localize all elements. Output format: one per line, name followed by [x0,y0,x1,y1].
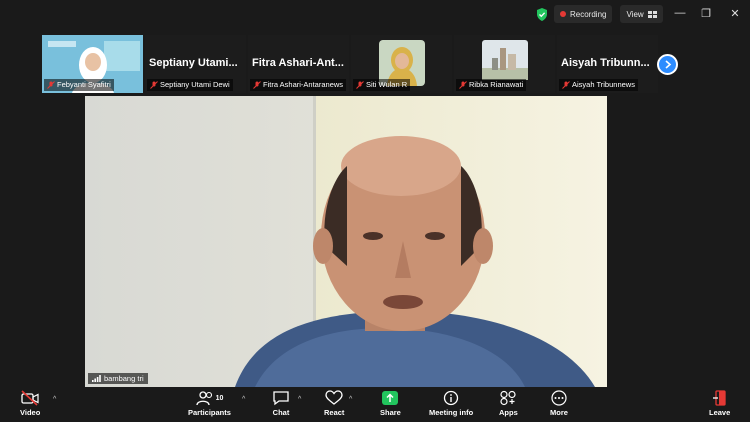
minimize-icon: — [674,7,686,19]
view-label: View [626,9,644,19]
video-label: Video [20,408,41,417]
recording-label: Recording [570,9,607,19]
recording-button[interactable]: Recording [554,5,613,23]
minimize-button[interactable]: — [673,6,687,20]
chat-icon [273,391,289,406]
react-options-caret[interactable]: ^ [349,396,352,403]
video-off-icon [21,390,39,406]
video-button[interactable]: Video [20,390,40,417]
meeting-info-label: Meeting info [429,408,474,417]
active-speaker-video: bambang tri [85,96,607,387]
mic-muted-icon [459,81,467,89]
mic-muted-icon [562,81,570,89]
chat-options-caret[interactable]: ^ [298,396,301,403]
more-button[interactable]: More [550,390,568,417]
participant-name-label: Fitra Ashari-Antaranews [250,79,347,91]
record-dot-icon [560,11,566,17]
apps-button[interactable]: Apps [499,390,518,417]
speaker-video-frame [85,96,607,387]
leave-label: Leave [709,408,731,417]
more-label: More [550,408,568,417]
participant-tile[interactable]: Febyanti Syafitri [42,35,143,93]
speaker-name-label: bambang tri [88,373,148,384]
participant-tile[interactable]: Aisyah Tribunn... Aisyah Tribunnews [557,35,658,93]
chat-button[interactable]: Chat [272,390,290,417]
chat-label: Chat [272,408,290,417]
signal-bars-icon [92,375,101,382]
zoom-meeting-window: Recording View — ❐ ✕ Febyanti Syafitri S… [0,0,750,422]
shield-check-icon[interactable] [536,7,548,21]
mic-muted-icon [356,81,364,89]
participant-name-label: Aisyah Tribunnews [559,79,638,91]
participant-tile[interactable]: Ribka Rianawati [454,35,555,93]
share-screen-icon [382,391,399,405]
close-button[interactable]: ✕ [728,6,742,20]
participant-name-placeholder: Aisyah Tribunn... [561,57,650,69]
participant-tile[interactable]: Septiany Utami... Septiany Utami Dewi [145,35,246,93]
view-button[interactable]: View [620,5,663,23]
apps-icon [500,390,516,406]
participant-thumbnail-strip: Febyanti Syafitri Septiany Utami... Sept… [42,35,658,93]
heart-icon [325,390,343,405]
mic-muted-icon [150,81,158,89]
mic-muted-icon [253,81,261,89]
participants-button[interactable]: 10 Participants [188,390,231,417]
close-icon: ✕ [730,7,740,20]
participants-label: Participants [188,408,231,417]
meeting-toolbar: Video ^ 10 Participants ^ Chat ^ React ^… [0,388,750,422]
leave-button[interactable]: Leave [709,390,730,417]
next-page-button[interactable] [657,54,678,75]
chevron-right-icon [664,60,671,69]
recording-indicator: Recording View [536,5,663,23]
participant-name-label: Febyanti Syafitri [44,79,114,91]
participant-tile[interactable]: Siti Wulan R [351,35,452,93]
video-options-caret[interactable]: ^ [53,396,56,403]
share-button[interactable]: Share [380,390,401,417]
restore-icon: ❐ [701,7,711,20]
apps-label: Apps [499,408,518,417]
mic-muted-icon [47,81,55,89]
more-icon [551,390,567,406]
participant-name-placeholder: Fitra Ashari-Ant... [252,57,344,69]
participant-avatar [482,40,528,80]
meeting-info-button[interactable]: Meeting info [429,390,473,417]
participants-count: 10 [215,394,224,402]
participant-name-label: Ribka Rianawati [456,79,527,91]
participant-tile[interactable]: Fitra Ashari-Ant... Fitra Ashari-Antaran… [248,35,349,93]
title-bar: Recording View — ❐ ✕ [0,0,750,28]
participant-name-label: Septiany Utami Dewi [147,79,233,91]
grid-view-icon [647,10,657,18]
participant-name-label: Siti Wulan R [353,79,411,91]
react-button[interactable]: React [324,390,344,417]
leave-icon [712,390,726,406]
share-label: Share [380,408,401,417]
participant-name-placeholder: Septiany Utami... [149,57,238,69]
info-icon [443,390,459,406]
react-label: React [324,408,345,417]
restore-button[interactable]: ❐ [699,6,713,20]
participants-icon [195,391,212,406]
participants-options-caret[interactable]: ^ [242,396,245,403]
